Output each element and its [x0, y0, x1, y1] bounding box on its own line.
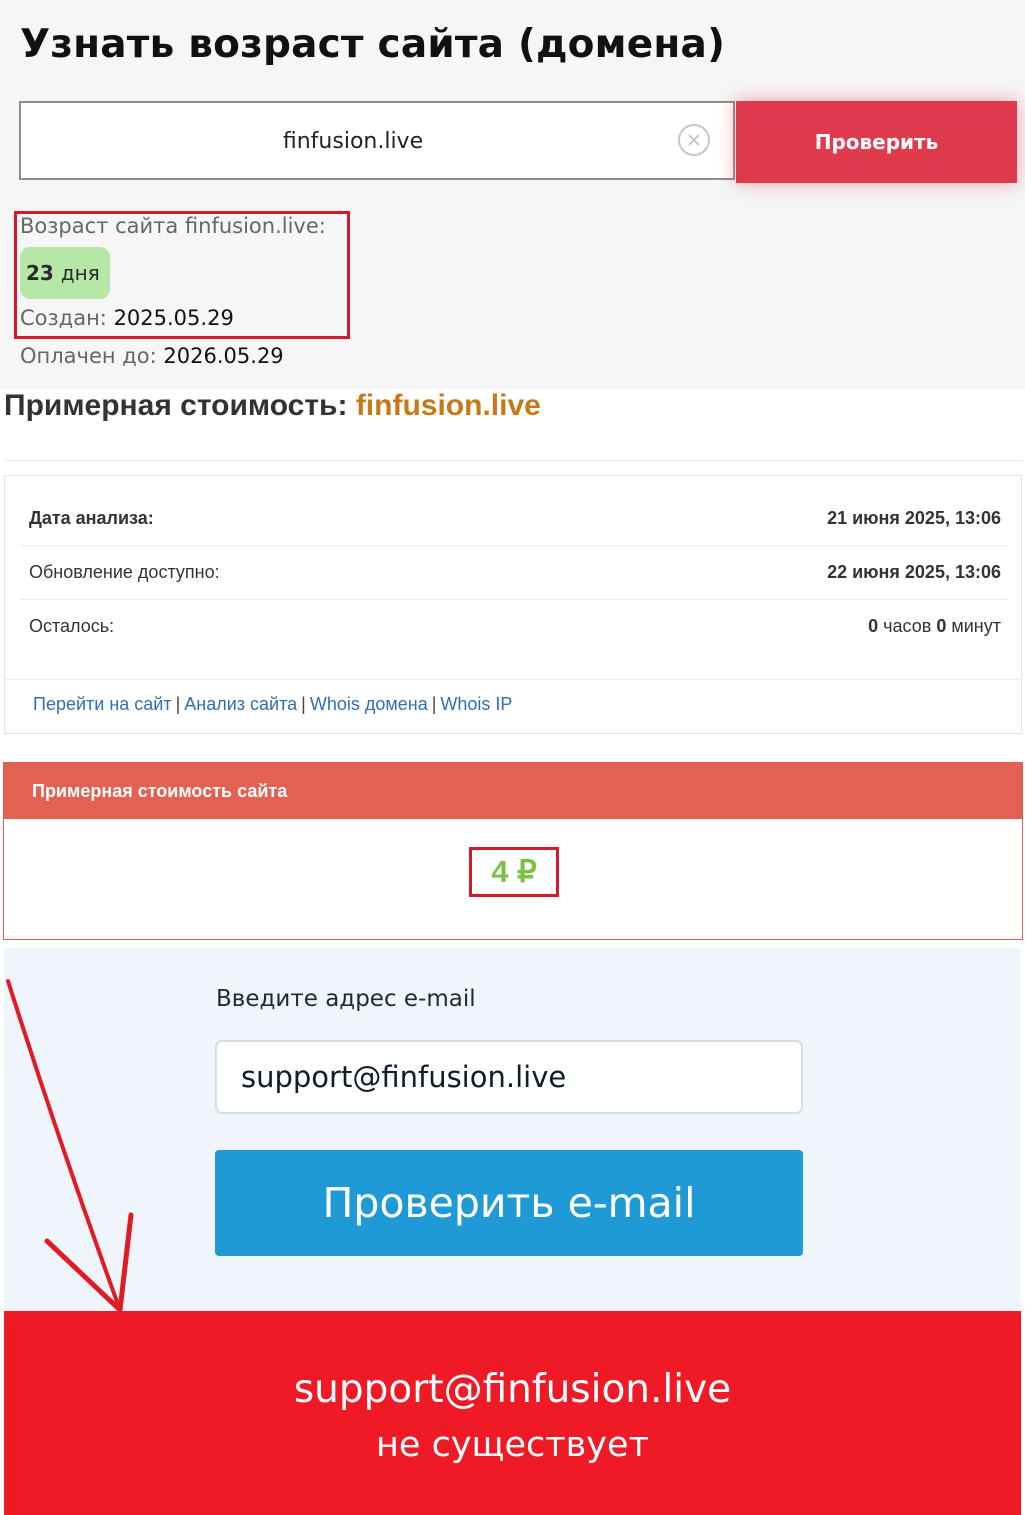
page-title: Узнать возраст сайта (домена) — [20, 22, 726, 67]
clear-icon[interactable] — [678, 124, 710, 156]
info-row-analysis-date: Дата анализа: 21 июня 2025, 13:06 — [19, 491, 1007, 546]
check-domain-button[interactable]: Проверить — [736, 101, 1017, 183]
paid-label: Оплачен до: — [20, 344, 157, 368]
domain-age-section: Узнать возраст сайта (домена) Проверить … — [0, 0, 1025, 390]
email-input[interactable] — [215, 1040, 803, 1114]
cost-title-domain: finfusion.live — [355, 389, 541, 422]
link-visit-site[interactable]: Перейти на сайт — [33, 694, 172, 714]
email-label: Введите адрес e-mail — [216, 986, 476, 1012]
site-cost-card: Примерная стоимость сайта 4 ₽ — [3, 762, 1023, 940]
info-label: Обновление доступно: — [29, 562, 220, 582]
age-label: Возраст сайта finfusion.live: — [20, 214, 326, 238]
link-separator: | — [431, 694, 437, 714]
paid-line: Оплачен до: 2026.05.29 — [20, 344, 284, 368]
cost-title-prefix: Примерная стоимость: — [4, 389, 348, 422]
hours-number: 0 — [868, 616, 879, 636]
site-links: Перейти на сайт | Анализ сайта | Whois домен… — [33, 694, 512, 715]
email-result-banner: support@finfusion.live не существует — [4, 1311, 1021, 1515]
info-label: Дата анализа: — [29, 508, 154, 528]
result-message: не существует — [376, 1425, 649, 1465]
age-number: 23 — [26, 261, 54, 285]
domain-input[interactable] — [21, 103, 685, 180]
hours-unit: часов — [883, 616, 932, 636]
age-badge: 23 дня — [20, 247, 110, 299]
info-value: 22 июня 2025, 13:06 — [827, 562, 1001, 582]
info-row-update-available: Обновление доступно: 22 июня 2025, 13:06 — [19, 545, 1007, 600]
age-unit: дня — [60, 261, 100, 285]
minutes-number: 0 — [936, 616, 947, 636]
info-label: Осталось: — [29, 616, 115, 636]
link-whois-ip[interactable]: Whois IP — [440, 694, 512, 714]
email-check-section: Введите адрес e-mail Проверить e-mail — [4, 948, 1021, 1311]
divider — [4, 460, 1022, 461]
cost-title: Примерная стоимость: finfusion.live — [4, 389, 541, 423]
created-line: Создан: 2025.05.29 — [20, 306, 234, 330]
divider — [5, 679, 1021, 680]
info-row-remaining: Осталось: 0 часов 0 минут — [19, 599, 1007, 653]
domain-field[interactable] — [19, 101, 735, 180]
paid-value: 2026.05.29 — [163, 344, 284, 368]
link-separator: | — [301, 694, 306, 714]
analysis-info-panel: Дата анализа: 21 июня 2025, 13:06 Обновл… — [4, 475, 1022, 734]
minutes-unit: минут — [951, 616, 1001, 636]
result-email: support@finfusion.live — [293, 1367, 732, 1412]
check-email-button[interactable]: Проверить e-mail — [215, 1150, 803, 1256]
created-label: Создан: — [20, 306, 107, 330]
price-value: 4 ₽ — [469, 847, 559, 897]
info-value: 0 часов 0 минут — [868, 599, 1001, 653]
cost-card-header: Примерная стоимость сайта — [4, 763, 1022, 819]
link-site-analysis[interactable]: Анализ сайта — [184, 694, 297, 714]
info-value: 21 июня 2025, 13:06 — [827, 508, 1001, 528]
link-whois-domain[interactable]: Whois домена — [310, 694, 428, 714]
created-value: 2025.05.29 — [113, 306, 234, 330]
link-separator: | — [175, 694, 181, 714]
